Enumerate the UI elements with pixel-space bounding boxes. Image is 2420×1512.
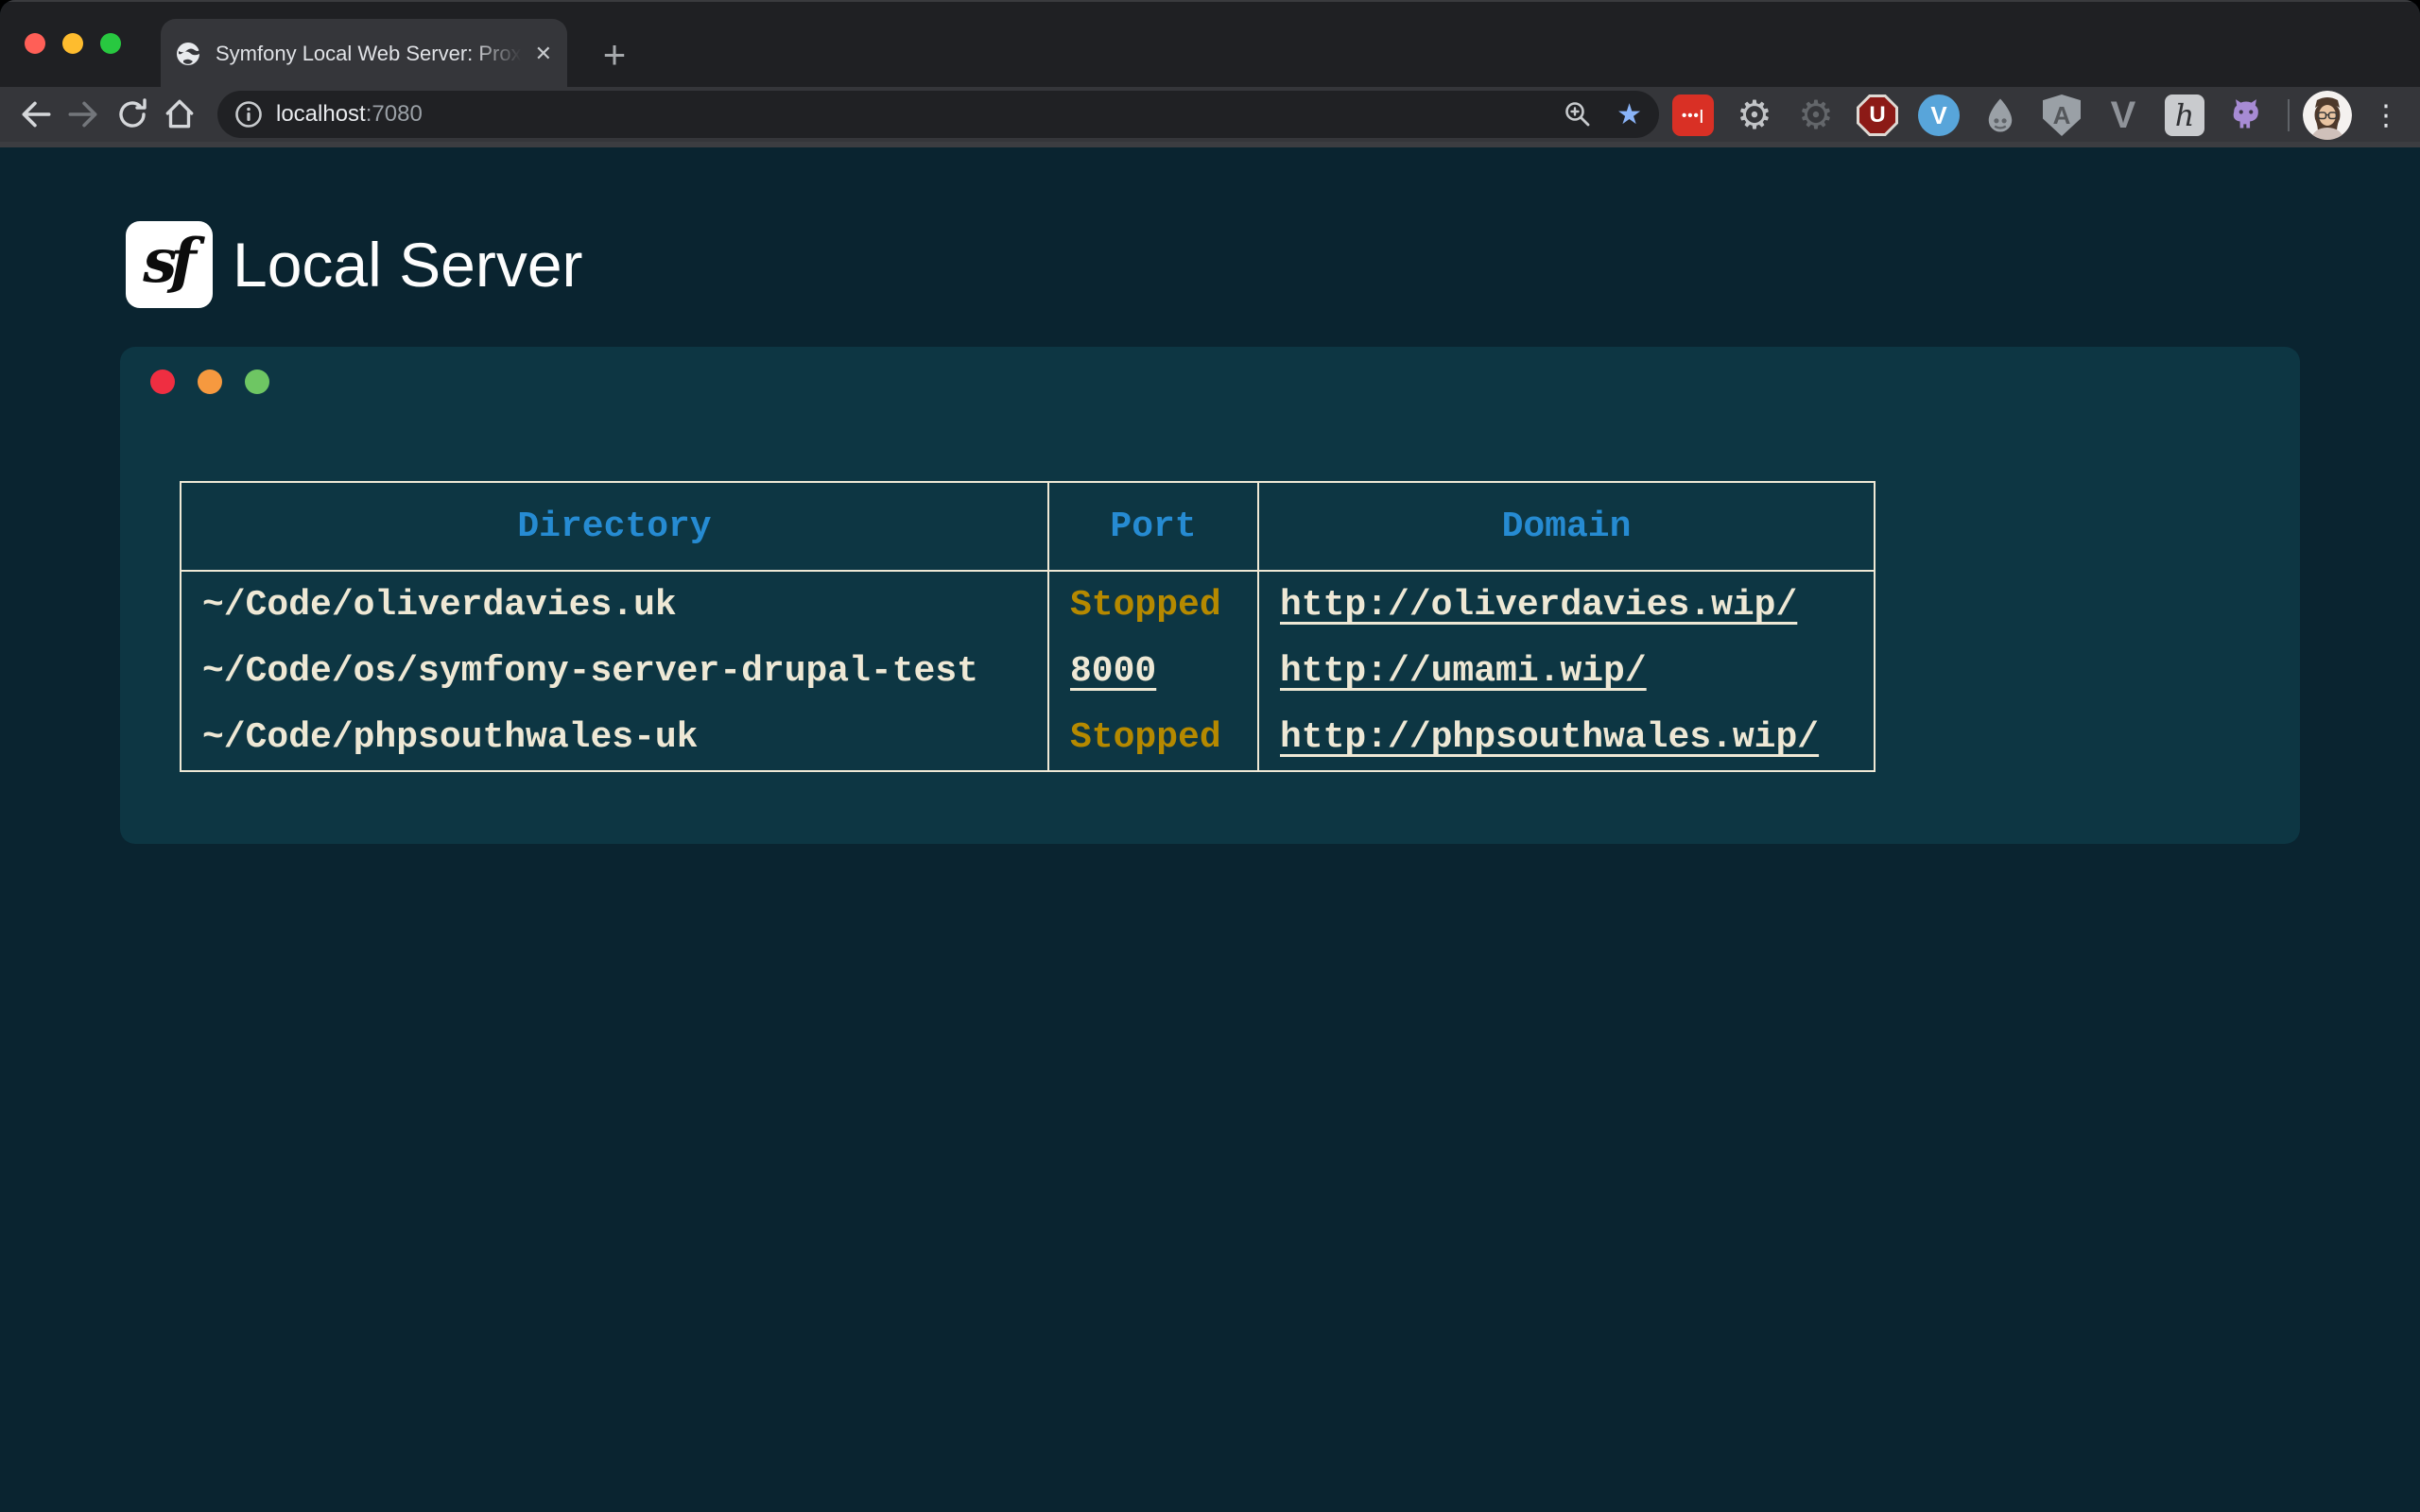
new-tab-button[interactable]: + [590, 30, 639, 79]
page-title: Local Server [233, 221, 583, 308]
vue-extension-icon[interactable]: V [2101, 94, 2145, 137]
bookmark-star-icon[interactable]: ★ [1616, 98, 1642, 131]
zoom-icon[interactable] [1564, 100, 1592, 129]
globe-favicon-icon [176, 42, 200, 66]
table-header-row: Directory Port Domain [181, 482, 1875, 571]
macos-close-button[interactable] [25, 33, 45, 54]
address-bar[interactable]: localhost :7080 ★ [217, 91, 1659, 138]
status-stopped: Stopped [1070, 717, 1221, 758]
back-icon[interactable] [15, 94, 57, 135]
macos-fullscreen-button[interactable] [100, 33, 121, 54]
domain-link[interactable]: http://umami.wip/ [1280, 651, 1647, 692]
hypothesis-extension-icon[interactable]: h [2163, 94, 2206, 137]
browser-window: Symfony Local Web Server: Prox ✕ + local… [0, 0, 2420, 1512]
tab-strip: Symfony Local Web Server: Prox ✕ + [0, 0, 2420, 87]
page-body: sf Local Server Directory Port Domain ~ [0, 147, 2420, 1512]
reload-icon[interactable] [112, 94, 153, 135]
url-port: :7080 [366, 101, 423, 128]
servers-table: Directory Port Domain ~/Code/oliverdavie… [180, 481, 1876, 772]
domain-cell: http://umami.wip/ [1258, 638, 1875, 704]
directory-cell: ~/Code/phpsouthwales-uk [181, 704, 1048, 771]
table-row: ~/Code/oliverdavies.uk Stopped http://ol… [181, 571, 1875, 638]
port-link[interactable]: 8000 [1070, 651, 1156, 692]
panel-dot-red-icon [150, 369, 175, 394]
site-info-icon[interactable] [234, 100, 263, 129]
table-row: ~/Code/phpsouthwales-uk Stopped http://p… [181, 704, 1875, 771]
domain-link[interactable]: http://oliverdavies.wip/ [1280, 585, 1797, 626]
directory-cell: ~/Code/oliverdavies.uk [181, 571, 1048, 638]
domain-cell: http://oliverdavies.wip/ [1258, 571, 1875, 638]
domain-link[interactable]: http://phpsouthwales.wip/ [1280, 717, 1819, 758]
browser-tab[interactable]: Symfony Local Web Server: Prox ✕ [161, 19, 567, 89]
symfony-logo-icon: sf [126, 221, 213, 308]
browser-menu-icon[interactable]: ⋮ [2367, 94, 2405, 137]
directory-cell: ~/Code/os/symfony-server-drupal-test [181, 638, 1048, 704]
tab-close-icon[interactable]: ✕ [535, 42, 552, 66]
status-stopped: Stopped [1070, 585, 1221, 626]
server-panel: Directory Port Domain ~/Code/oliverdavie… [120, 347, 2300, 844]
ublock-extension-icon[interactable]: U [1856, 94, 1899, 137]
panel-dot-green-icon [245, 369, 269, 394]
lastpass-extension-icon[interactable]: •••| [1671, 94, 1715, 137]
port-cell: 8000 [1048, 638, 1258, 704]
profile-avatar[interactable] [2303, 91, 2352, 140]
home-icon[interactable] [159, 94, 200, 135]
url-host: localhost [276, 101, 366, 128]
forward-icon[interactable] [62, 94, 104, 135]
column-header-domain: Domain [1258, 482, 1875, 571]
port-cell: Stopped [1048, 571, 1258, 638]
panel-dot-orange-icon [198, 369, 222, 394]
port-cell: Stopped [1048, 704, 1258, 771]
table-row: ~/Code/os/symfony-server-drupal-test 800… [181, 638, 1875, 704]
github-octocat-extension-icon[interactable] [2224, 94, 2268, 137]
gear-disabled-extension-icon[interactable]: ⚙ [1794, 94, 1838, 137]
gear-extension-icon[interactable]: ⚙ [1733, 94, 1776, 137]
tab-title: Symfony Local Web Server: Prox [216, 42, 527, 66]
shield-a-extension-icon[interactable]: A [2040, 94, 2083, 137]
domain-cell: http://phpsouthwales.wip/ [1258, 704, 1875, 771]
browser-toolbar: localhost :7080 ★ •••| ⚙ ⚙ U V A [0, 87, 2420, 142]
drupal-extension-icon[interactable] [1979, 94, 2022, 137]
column-header-directory: Directory [181, 482, 1048, 571]
toolbar-separator [2288, 99, 2290, 131]
vimium-extension-icon[interactable]: V [1917, 94, 1961, 137]
macos-minimize-button[interactable] [62, 33, 83, 54]
column-header-port: Port [1048, 482, 1258, 571]
